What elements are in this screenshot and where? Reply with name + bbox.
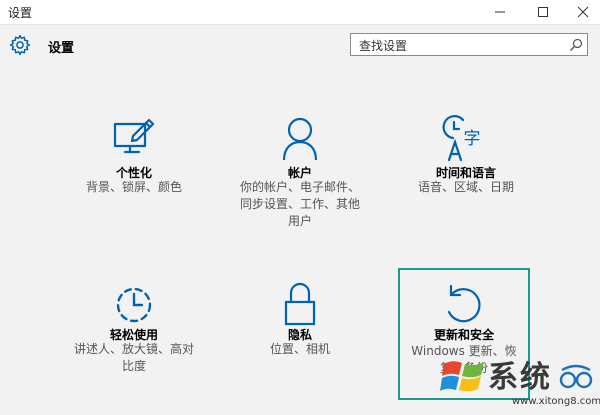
tile-description: Windows 更新、恢复、备份: [411, 344, 517, 375]
minimize-icon: [495, 11, 505, 13]
lock-icon: [275, 280, 325, 330]
settings-window: 设置 设置 查找设置 个性化 背景、锁屏、颜色 帐户 你的帐户、电子邮件、同步设…: [0, 0, 600, 415]
tile-description: 讲述人、放大镜、高对比度: [73, 342, 194, 373]
ease-of-access-icon: [109, 280, 159, 330]
watermark-logo-icon: [559, 364, 593, 389]
search-placeholder: 查找设置: [359, 39, 408, 53]
close-button[interactable]: [563, 0, 600, 24]
close-icon: [577, 6, 589, 18]
tile-personalization[interactable]: 个性化 背景、锁屏、颜色: [68, 110, 200, 220]
tile-description: 语音、区域、日期: [417, 180, 514, 194]
page-title: 设置: [48, 41, 75, 56]
tile-update-security[interactable]: 更新和安全 Windows 更新、恢复、备份: [398, 268, 530, 400]
time-language-icon: 字: [441, 114, 491, 164]
account-icon: [275, 114, 325, 164]
minimize-button[interactable]: [480, 0, 520, 24]
tile-description: 位置、相机: [269, 342, 330, 356]
title-bar: 设置: [0, 0, 600, 25]
svg-text:字: 字: [464, 129, 481, 149]
window-title: 设置: [8, 6, 33, 20]
tile-time-language[interactable]: 字 时间和语言 语音、区域、日期: [400, 110, 532, 220]
tile-label: 更新和安全: [433, 328, 494, 342]
search-icon[interactable]: [569, 38, 583, 52]
maximize-icon: [538, 7, 548, 17]
tile-description: 背景、锁屏、颜色: [85, 180, 182, 194]
tile-ease-of-access[interactable]: 轻松使用 讲述人、放大镜、高对比度: [68, 272, 200, 382]
tile-description: 你的帐户、电子邮件、同步设置、工作、其他用户: [239, 180, 360, 228]
maximize-button[interactable]: [523, 0, 563, 24]
personalization-icon: [109, 114, 159, 164]
tile-accounts[interactable]: 帐户 你的帐户、电子邮件、同步设置、工作、其他用户: [234, 110, 366, 230]
tile-privacy[interactable]: 隐私 位置、相机: [234, 272, 366, 372]
search-input[interactable]: 查找设置: [350, 33, 588, 56]
settings-header: 设置 查找设置: [0, 25, 600, 65]
update-icon: [439, 280, 489, 330]
gear-icon: [9, 34, 31, 56]
